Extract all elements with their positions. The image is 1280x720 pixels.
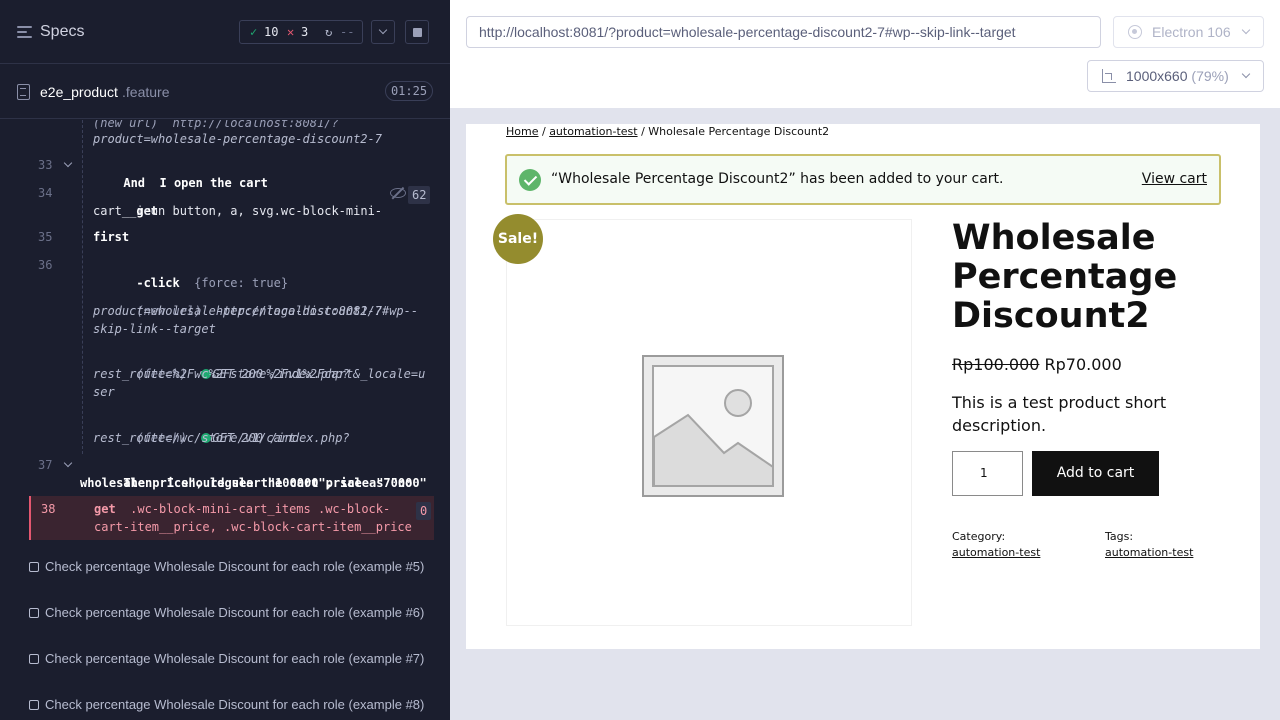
pending-spinner-icon: ↻	[325, 25, 333, 39]
product-price: Rp100.000 Rp70.000	[952, 355, 1122, 374]
notice-message: “Wholesale Percentage Discount2” has bee…	[551, 171, 1004, 187]
passed-count: 10	[264, 25, 279, 39]
spec-duration: 01:25	[385, 81, 433, 101]
breadcrumb-separator: /	[637, 125, 649, 138]
log-fetch-cont: rest_route=%2Fwc%2Fstore%2Fv1%2Fcart&_lo…	[93, 367, 426, 381]
reporter-header: Specs ✓ 10 ✕ 3 ↻ --	[0, 0, 450, 64]
viewport-scale: (79%)	[1191, 68, 1229, 84]
browser-selector[interactable]: Electron 106	[1113, 16, 1264, 48]
command-list: (new url) http://localhost:8081/? produc…	[0, 120, 450, 540]
line-number: 34	[38, 186, 53, 200]
chevron-down-icon	[1241, 25, 1251, 35]
check-circle-icon	[519, 169, 541, 191]
test-title: Check percentage Wholesale Discount for …	[45, 559, 425, 574]
image-placeholder-icon	[642, 355, 784, 497]
added-to-cart-notice: “Wholesale Percentage Discount2” has bee…	[505, 154, 1221, 205]
element-count-badge: 62	[408, 186, 431, 204]
category-label: Category:	[952, 530, 1006, 543]
log-new-url-top-cont: product=wholesale-percentage-discount2-7	[93, 132, 382, 146]
sale-price: Rp70.000	[1044, 355, 1122, 374]
chevron-down-icon[interactable]	[63, 158, 73, 168]
command-log-panel: Specs ✓ 10 ✕ 3 ↻ -- e2e_product .feature…	[0, 0, 450, 720]
product-category: Category: automation-test	[952, 529, 1040, 561]
chevron-down-icon[interactable]	[63, 458, 73, 468]
category-link[interactable]: automation-test	[952, 545, 1040, 561]
url-display[interactable]: http://localhost:8081/?product=wholesale…	[466, 16, 1101, 48]
spec-file-name[interactable]: e2e_product	[40, 84, 118, 100]
specs-title[interactable]: Specs	[40, 23, 84, 41]
product-gallery[interactable]	[506, 219, 912, 626]
pending-checkbox-icon	[29, 608, 39, 618]
command-get-arg-cont: cart__icon	[93, 204, 166, 218]
app-preview-panel: http://localhost:8081/?product=wholesale…	[450, 0, 1280, 720]
viewport-selector[interactable]: 1000x660 (79%)	[1087, 60, 1264, 92]
breadcrumb-category-link[interactable]: automation-test	[549, 125, 637, 138]
breadcrumb-home-link[interactable]: Home	[506, 125, 538, 138]
test-title: Check percentage Wholesale Discount for …	[45, 697, 425, 712]
failed-command-get: get .wc-block-mini-cart_items .wc-block-	[94, 502, 391, 516]
test-title: Check percentage Wholesale Discount for …	[45, 605, 425, 620]
regular-price: Rp100.000	[952, 355, 1040, 374]
tag-link[interactable]: automation-test	[1105, 545, 1193, 561]
tags-label: Tags:	[1105, 530, 1134, 543]
line-number: 38	[41, 502, 56, 516]
element-count-badge: 0	[416, 502, 432, 520]
log-fetch-cont: ser	[93, 385, 115, 399]
log-new-url-cont: product=wholesale-percentage-discount2-7…	[93, 304, 419, 318]
viewport-size: 1000x660	[1126, 68, 1188, 84]
pending-checkbox-icon	[29, 700, 39, 710]
spec-header: e2e_product .feature 01:25	[0, 65, 450, 119]
line-number: 37	[38, 458, 53, 472]
line-number: 36	[38, 258, 53, 272]
short-description: This is a test product short description…	[952, 393, 1167, 435]
collapse-all-button[interactable]	[371, 20, 395, 44]
spec-file-extension: .feature	[122, 84, 170, 100]
breadcrumb-current: Wholesale Percentage Discount2	[648, 125, 830, 138]
log-new-url-cont: skip-link--target	[93, 322, 216, 336]
sale-badge: Sale!	[493, 214, 543, 264]
electron-icon	[1128, 25, 1142, 39]
failed-count: 3	[301, 25, 309, 39]
failed-x-icon: ✕	[287, 25, 295, 39]
runner-toolbar: http://localhost:8081/?product=wholesale…	[450, 0, 1280, 108]
product-title: Wholesale Percentage Discount2	[952, 218, 1178, 336]
line-number: 33	[38, 158, 53, 172]
add-to-cart-button[interactable]: Add to cart	[1032, 451, 1159, 496]
command-first[interactable]: first	[93, 228, 129, 246]
stop-button[interactable]	[405, 20, 429, 44]
pending-checkbox-icon	[29, 562, 39, 572]
ruler-icon	[1102, 69, 1116, 83]
view-cart-link[interactable]: View cart	[1142, 171, 1207, 187]
breadcrumb: Home / automation-test / Wholesale Perce…	[506, 125, 829, 138]
eye-off-icon	[390, 188, 406, 198]
document-icon	[17, 84, 30, 100]
test-title: Check percentage Wholesale Discount for …	[45, 651, 425, 666]
chevron-down-icon	[1241, 69, 1251, 79]
browser-name: Electron 106	[1152, 24, 1231, 40]
breadcrumb-separator: /	[538, 125, 550, 138]
pending-checkbox-icon	[29, 654, 39, 664]
line-number: 35	[38, 230, 53, 244]
quantity-input[interactable]: 1	[952, 451, 1023, 496]
failed-command-row[interactable]: 38 get .wc-block-mini-cart_items .wc-blo…	[29, 496, 434, 540]
aut-viewport: Home / automation-test / Wholesale Perce…	[466, 124, 1260, 649]
product-tags: Tags: automation-test	[1105, 529, 1193, 561]
failed-command-arg-cont: cart-item__price, .wc-block-cart-item__p…	[94, 520, 412, 534]
passed-check-icon: ✓	[250, 25, 258, 39]
specs-list-icon[interactable]	[17, 25, 32, 39]
pending-count: --	[340, 25, 355, 39]
log-fetch-cont: rest_route=/wc/store/v1/cart	[93, 431, 296, 445]
test-stats: ✓ 10 ✕ 3 ↻ --	[239, 20, 363, 44]
step-then-see-price-cont: wholesale price", regular "100000", sale…	[80, 476, 427, 490]
